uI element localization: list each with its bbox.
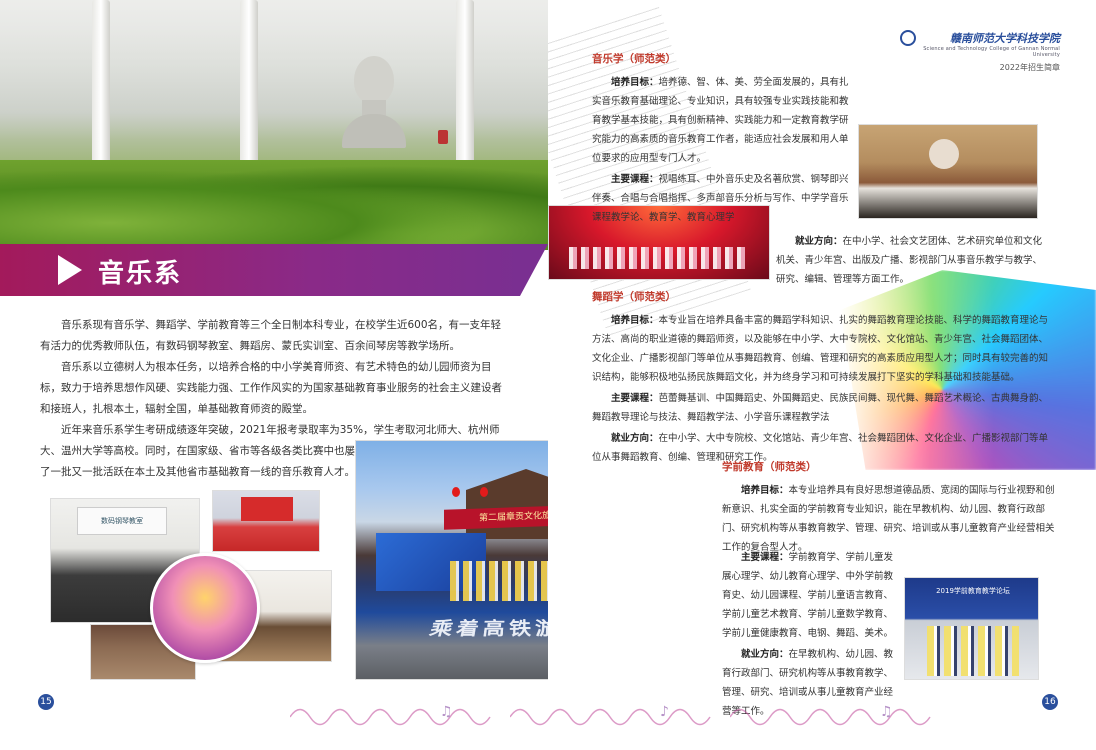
- courses-label: 主要课程：: [741, 552, 789, 563]
- dance-performance-photo: [150, 553, 260, 663]
- intro-paragraph: 音乐系以立德树人为根本任务，以培养合格的中小学美育师资、有艺术特色的幼儿园师资为…: [40, 357, 508, 420]
- program-goal: 本专业旨在培养具备丰富的舞蹈学科知识、扎实的舞蹈教育理论技能、科学的舞蹈教育理论…: [592, 315, 1048, 383]
- school-logo-block: 赣南师范大学科技学院 Science and Technology Colleg…: [900, 30, 1060, 73]
- program-title: 学前教育（师范类）: [722, 458, 1056, 477]
- stage-logo: [929, 139, 959, 169]
- brochure-year: 2022年招生简章: [900, 62, 1060, 73]
- svg-text:♫: ♫: [880, 704, 893, 720]
- dancers: [569, 247, 749, 269]
- music-wave-icon: ♫: [730, 702, 940, 732]
- lantern: [480, 487, 488, 497]
- classroom-sign: 数码钢琴教室: [77, 507, 167, 535]
- career-label: 就业方向：: [611, 433, 659, 444]
- music-wave-icon: ♪: [510, 702, 720, 732]
- program-goal: 培养德、智、体、美、劳全面发展的，具有扎实音乐教育基础理论、专业知识，具有较强专…: [592, 77, 849, 164]
- program-preschool: 学前教育（师范类） 培养目标：本专业培养具有良好思想道德品质、宽阔的国际与行业视…: [722, 458, 1056, 557]
- program-courses: 学前教育学、学前儿童发展心理学、幼儿教育心理学、中外学前教育史、幼儿园课程、学前…: [722, 552, 893, 639]
- lantern: [452, 487, 460, 497]
- school-name-english: Science and Technology College of Gannan…: [900, 46, 1060, 58]
- music-wave-icon: ♫: [290, 702, 500, 732]
- music-wave-decoration: ♫ ♪ ♫: [0, 690, 1096, 750]
- preschool-forum-photo: 2019学前教育教学论坛: [904, 577, 1039, 680]
- courses-label: 主要课程：: [611, 393, 659, 404]
- svg-text:♪: ♪: [660, 704, 669, 720]
- program-title: 音乐学（师范类）: [592, 50, 854, 69]
- svg-text:♫: ♫: [440, 704, 453, 720]
- goal-label: 培养目标：: [741, 485, 789, 496]
- play-triangle-icon: [58, 255, 82, 285]
- section-title: 音乐系: [98, 253, 182, 290]
- lamp: [438, 130, 448, 144]
- intro-paragraph: 音乐系现有音乐学、舞蹈学、学前教育等三个全日制本科专业，在校学生近600名，有一…: [40, 315, 508, 357]
- flag-ceremony-photo: [212, 490, 320, 552]
- goal-label: 培养目标：: [611, 77, 659, 88]
- forum-banner: 2019学前教育教学论坛: [913, 586, 1033, 596]
- program-dance: 舞蹈学（师范类） 培养目标：本专业旨在培养具备丰富的舞蹈学科知识、扎实的舞蹈教育…: [592, 288, 1054, 467]
- concert-hall-photo: [858, 124, 1038, 219]
- school-emblem-icon: [900, 30, 916, 46]
- program-title: 舞蹈学（师范类）: [592, 288, 1054, 307]
- program-musicology: 音乐学（师范类） 培养目标：培养德、智、体、美、劳全面发展的，具有扎实音乐教育基…: [592, 50, 854, 227]
- career-label: 就业方向：: [741, 649, 789, 660]
- courses-label: 主要课程：: [611, 174, 659, 185]
- campus-photo: [0, 0, 548, 250]
- school-name: 赣南师范大学科技学院: [900, 30, 1060, 46]
- section-title-band: 音乐系: [0, 244, 520, 296]
- beethoven-bust: [342, 56, 406, 148]
- forum-participants: [927, 626, 1019, 676]
- program-courses: 芭蕾舞基训、中国舞蹈史、外国舞蹈史、民族民间舞、现代舞、舞蹈艺术概论、古典舞身韵…: [592, 393, 1048, 423]
- shrubs: [0, 160, 548, 250]
- goal-label: 培养目标：: [611, 315, 659, 326]
- program-musicology-career: 就业方向：在中小学、社会文艺团体、艺术研究单位和文化机关、青少年宫、出版及广播、…: [776, 232, 1046, 289]
- red-flag: [241, 497, 293, 521]
- career-label: 就业方向：: [795, 236, 843, 247]
